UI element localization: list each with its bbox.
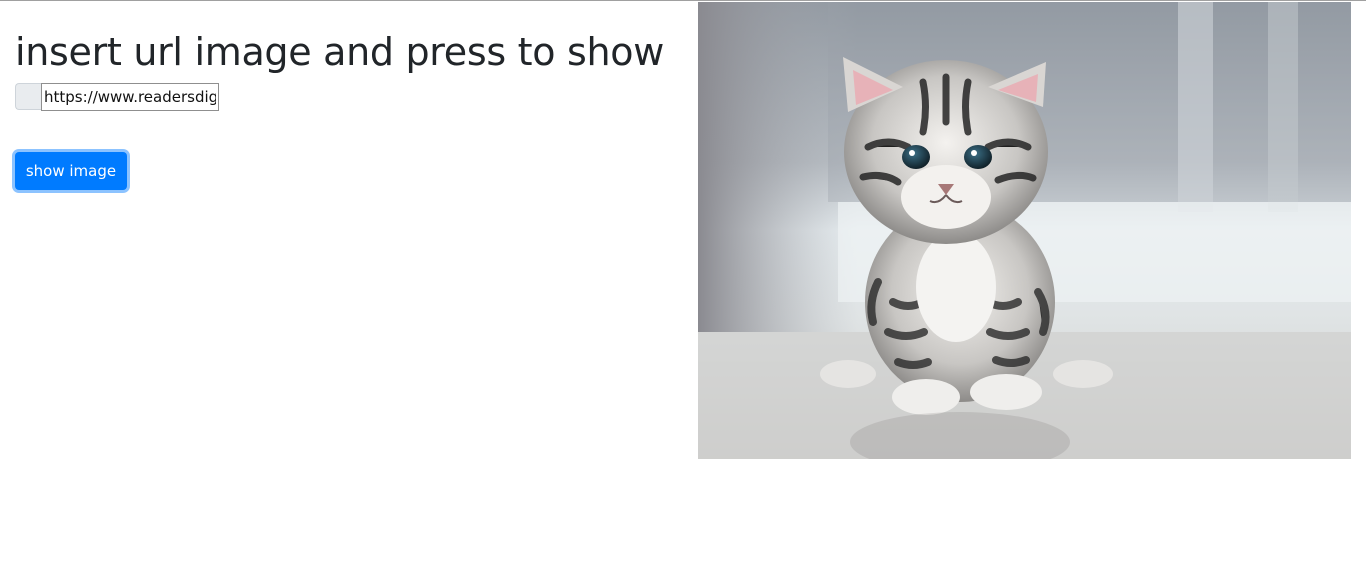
kitten-image — [698, 2, 1351, 459]
browser-top-edge — [0, 0, 1366, 1]
form-panel: insert url image and press to show show … — [15, 28, 685, 190]
url-input-group — [15, 83, 219, 111]
show-image-button[interactable]: show image — [15, 152, 127, 190]
page-title: insert url image and press to show — [15, 30, 664, 74]
input-prepend-addon — [15, 83, 41, 110]
url-input[interactable] — [41, 83, 219, 111]
